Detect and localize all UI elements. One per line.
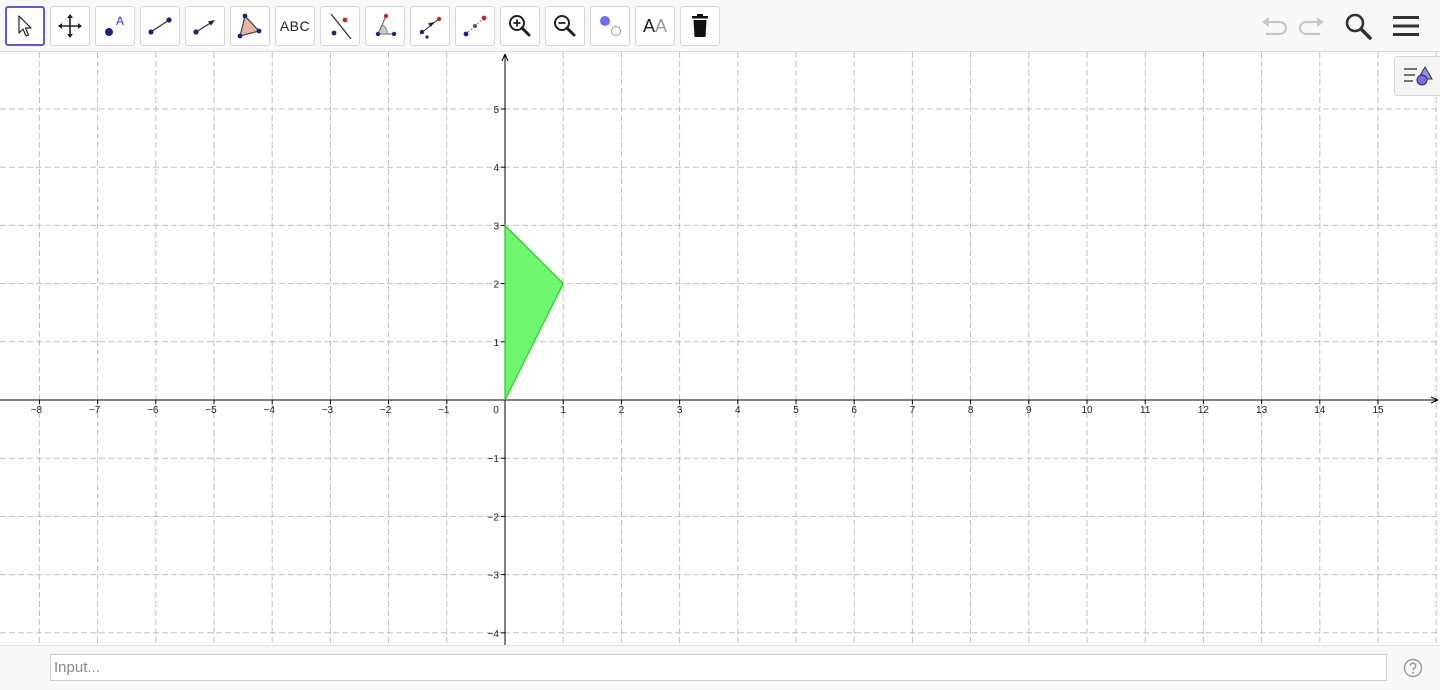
move-cross-icon <box>58 14 82 38</box>
show-hide-icon <box>600 16 621 36</box>
zoom-out-button[interactable] <box>545 6 585 46</box>
x-tick-label: 13 <box>1256 405 1268 416</box>
x-tick-label: −2 <box>380 405 392 416</box>
x-tick-label: 10 <box>1081 405 1093 416</box>
label-icon: AA <box>642 15 668 36</box>
toolbar: A ABC AA <box>0 0 1440 52</box>
polygon-tool-button[interactable] <box>230 6 270 46</box>
x-tick-label: −4 <box>263 405 275 416</box>
angle-icon <box>375 13 397 37</box>
x-tick-label: 12 <box>1198 405 1210 416</box>
search-button[interactable] <box>1340 8 1376 44</box>
line-icon <box>330 13 352 40</box>
text-tool-button[interactable]: ABC <box>275 6 315 46</box>
search-icon <box>1345 13 1372 40</box>
text-icon: ABC <box>279 18 311 34</box>
delete-button[interactable] <box>680 6 720 46</box>
point-icon: A <box>105 14 124 36</box>
x-tick-label: 2 <box>619 405 625 416</box>
triangle-polygon[interactable] <box>504 223 564 401</box>
redo-icon <box>1298 17 1324 36</box>
coordinate-plane[interactable]: −8 −7 −6 −5 −4 −3 −2 −1 1 2 3 4 5 6 7 8 9 10 11 12 13 14 15543… <box>0 52 1440 645</box>
cursor-arrow-icon <box>18 15 32 37</box>
x-tick-label: −6 <box>147 405 159 416</box>
y-tick-label: 3 <box>493 221 499 232</box>
reflect-about-point-button[interactable] <box>455 6 495 46</box>
x-tick-label: 5 <box>793 405 799 416</box>
undo-icon <box>1262 17 1288 36</box>
point-tool-button[interactable]: A <box>95 6 135 46</box>
y-tick-label: 5 <box>493 105 499 116</box>
main-menu-button[interactable] <box>1388 8 1424 44</box>
x-tick-label: 6 <box>851 405 857 416</box>
y-tick-label: −4 <box>488 629 500 640</box>
x-tick-label: 7 <box>910 405 916 416</box>
point-tool-label: A <box>116 14 124 28</box>
y-tick-label: 4 <box>493 163 499 174</box>
translate-by-vector-button[interactable] <box>410 6 450 46</box>
vector-icon <box>193 20 215 35</box>
zoom-in-button[interactable] <box>500 6 540 46</box>
origin-label: 0 <box>493 405 499 416</box>
move-graphics-view-button[interactable] <box>50 6 90 46</box>
x-tick-label: 4 <box>735 405 741 416</box>
redo-button[interactable] <box>1293 8 1329 44</box>
x-tick-label: 9 <box>1026 405 1032 416</box>
zoom-out-icon <box>554 15 576 37</box>
show-hide-label-button[interactable]: AA <box>635 6 675 46</box>
algebra-input-field[interactable] <box>50 654 1387 681</box>
polygon-icon <box>237 13 262 39</box>
show-hide-object-button[interactable] <box>590 6 630 46</box>
line-tool-button[interactable] <box>320 6 360 46</box>
move-tool-button[interactable] <box>5 6 45 46</box>
style-bar-toggle-icon <box>1403 66 1433 86</box>
zoom-in-icon <box>509 15 531 37</box>
y-tick-label: −3 <box>488 571 500 582</box>
x-tick-label: −1 <box>438 405 450 416</box>
x-tick-label: 8 <box>968 405 974 416</box>
x-tick-label: 3 <box>677 405 683 416</box>
help-icon <box>1403 658 1423 678</box>
input-help-button[interactable] <box>1403 658 1423 678</box>
translate-vector-icon <box>419 16 442 39</box>
style-bar-toggle-button[interactable] <box>1394 56 1440 96</box>
y-tick-label: 2 <box>493 280 499 291</box>
x-tick-label: −8 <box>31 405 43 416</box>
reflect-point-icon <box>463 15 487 37</box>
y-tick-label: −2 <box>488 512 500 523</box>
graphics-view[interactable]: −8 −7 −6 −5 −4 −3 −2 −1 1 2 3 4 5 6 7 8 9 10 11 12 13 14 15 5 4 3… <box>0 52 1440 645</box>
vector-tool-button[interactable] <box>185 6 225 46</box>
x-tick-label: 1 <box>560 405 566 416</box>
x-tick-label: −5 <box>205 405 217 416</box>
x-tick-label: 15 <box>1372 405 1384 416</box>
angle-tool-button[interactable] <box>365 6 405 46</box>
x-tick-label: −3 <box>322 405 334 416</box>
undo-button[interactable] <box>1257 8 1293 44</box>
x-tick-label: 14 <box>1314 405 1326 416</box>
menu-icon <box>1393 16 1419 36</box>
segment-tool-button[interactable] <box>140 6 180 46</box>
segment-icon <box>148 17 172 35</box>
trash-icon <box>692 14 708 37</box>
y-tick-label: −1 <box>488 454 500 465</box>
x-tick-label: −7 <box>89 405 101 416</box>
input-bar <box>0 645 1440 690</box>
x-tick-label: 11 <box>1140 405 1151 416</box>
y-tick-label: 1 <box>493 338 499 349</box>
